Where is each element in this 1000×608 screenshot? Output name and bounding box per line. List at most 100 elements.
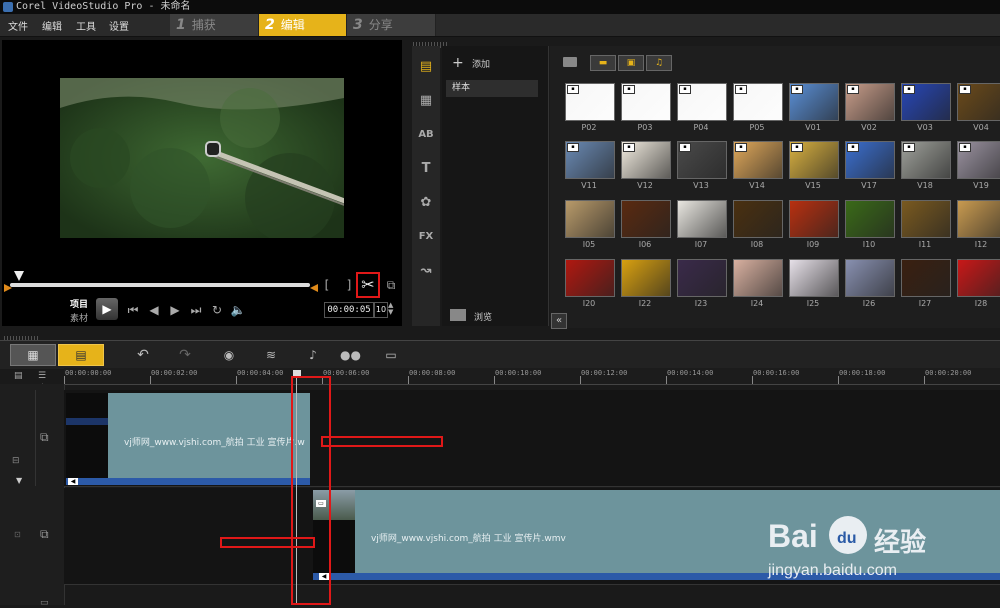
enlarge-preview-icon[interactable]: ⧉ [382,276,400,294]
ruler-tick [64,376,65,384]
step-number: 3 [353,17,363,33]
library-thumbnail[interactable] [901,200,951,238]
show-audio-icon[interactable]: ♫ [646,55,672,71]
add-folder-label[interactable]: 添加 [472,57,490,70]
graphics-icon[interactable]: ✿ [415,194,437,212]
overlay-track-icon[interactable]: ⧉ [40,527,58,541]
thumbnail-label: P03 [637,123,653,132]
ruler-tick-label: 00:00:20:00 [925,369,972,377]
undo-icon[interactable]: ↶ [134,346,152,364]
speaker-icon[interactable]: ◀ [68,478,78,485]
ripple-edit-icon[interactable]: ⊟ [12,456,20,466]
volume-icon[interactable]: 🔈 [229,301,247,319]
library-thumbnail[interactable] [901,259,951,297]
menu-tools[interactable]: 工具 [76,18,96,33]
thumbnail-label: I11 [918,240,932,249]
folder-sample[interactable]: 样本 [446,80,538,97]
overlay-lock-icon[interactable]: ⊡ [14,530,21,539]
library-thumbnail[interactable] [733,259,783,297]
show-video-icon[interactable]: ▬ [590,55,616,71]
library-thumbnail[interactable] [621,200,671,238]
repeat-icon[interactable]: ↻ [208,301,226,319]
library-thumbnail[interactable] [845,259,895,297]
split-clip-scissors-icon[interactable]: ✂ [356,272,380,298]
all-tracks-icon[interactable]: ☰ [38,371,54,381]
tab-capture[interactable]: 1 捕获 [170,14,259,36]
tab-edit[interactable]: 2 编辑 [259,14,347,36]
preview-scrubber[interactable] [10,283,310,287]
thumbnail-label: I27 [918,299,932,308]
browse-icon[interactable] [450,309,466,321]
text-icon[interactable]: T [415,160,437,178]
mark-in-button[interactable]: [ [318,276,336,294]
fx-icon[interactable]: FX [415,228,437,246]
timecode-stepper[interactable]: ▲ ▼ [388,302,396,316]
track-expand-icon[interactable]: ▼ [16,476,22,485]
timeline-view-icon[interactable]: ▤ [58,344,104,366]
library-thumbnail[interactable] [677,259,727,297]
baidu-jingyan-logo: Bai du 经验 [768,512,948,564]
library-thumbnail[interactable] [789,259,839,297]
library-thumbnail[interactable] [677,200,727,238]
show-photo-icon[interactable]: ▣ [618,55,644,71]
ruler-tick-label: 00:00:14:00 [667,369,714,377]
path-icon[interactable]: ↝ [415,262,437,280]
thumbnail-label: I23 [694,299,708,308]
timecode-frame[interactable]: 10 [374,302,388,318]
transition-icon[interactable]: ▦ [415,92,437,110]
motion-tracking-icon[interactable]: ●● [340,346,361,364]
library-thumbnail[interactable] [565,259,615,297]
library-thumbnail[interactable] [845,200,895,238]
thumbnail-label: V17 [861,181,877,190]
folder-icon[interactable] [563,57,577,67]
menu-edit[interactable]: 编辑 [42,18,62,33]
thumbnail-label: I08 [750,240,764,249]
library-thumbnail[interactable] [789,200,839,238]
title-bar: Corel VideoStudio Pro - 未命名 [0,0,1000,14]
mode-clip[interactable]: 素材 [70,311,88,324]
library-thumbnail[interactable] [565,200,615,238]
next-track-icon[interactable]: ▭ [40,598,49,608]
app-icon [3,2,13,12]
record-capture-icon[interactable]: ◉ [220,346,238,364]
thumbnail-label: I06 [638,240,652,249]
prev-frame-icon[interactable]: ◀ [145,301,163,319]
mode-project[interactable]: 项目 [70,297,88,310]
play-button[interactable]: ▶ [96,298,118,320]
library-thumbnail[interactable] [957,259,1000,297]
video-badge-icon: ▪ [847,85,859,94]
storyboard-view-icon[interactable]: ▦ [10,344,56,366]
browse-label[interactable]: 浏览 [474,310,492,323]
subtitle-editor-icon[interactable]: ▭ [382,346,400,364]
library-thumbnail[interactable] [733,200,783,238]
thumbnail-label: V11 [581,181,597,190]
thumbnail-label: V13 [693,181,709,190]
auto-music-icon[interactable]: ♪ [304,346,322,364]
menu-file[interactable]: 文件 [8,18,28,33]
add-icon[interactable]: + [452,55,464,71]
track-manager-icon[interactable]: ▤ [14,371,30,381]
go-start-icon[interactable]: ⏮ [124,301,142,319]
ruler-tick [752,376,753,384]
clip-thumbnail-strip [66,418,108,425]
title-ab-icon[interactable]: AB [415,126,437,144]
timecode-display[interactable]: 00:00:05 [324,302,374,318]
video-badge-icon: ▪ [567,143,579,152]
go-end-icon[interactable]: ⏭ [187,301,205,319]
ruler-tick [408,376,409,384]
media-icon[interactable]: ▤ [415,58,437,76]
library-thumbnail[interactable] [957,200,1000,238]
clip-thumbnail-dark [66,393,108,478]
ruler-tick-label: 00:00:08:00 [409,369,456,377]
collapse-library-icon[interactable]: « [551,313,567,329]
library-thumbnail[interactable] [621,259,671,297]
tab-share[interactable]: 3 分享 [347,14,436,36]
ruler-tick-label: 00:00:18:00 [839,369,886,377]
video-badge-icon: ▪ [959,143,971,152]
redo-icon[interactable]: ↷ [176,346,194,364]
sound-mixer-icon[interactable]: ≋ [262,346,280,364]
thumbnail-label: V02 [861,123,877,132]
video-track-icon[interactable]: ⧉ [40,430,58,444]
next-frame-icon[interactable]: ▶ [166,301,184,319]
menu-settings[interactable]: 设置 [109,18,129,33]
